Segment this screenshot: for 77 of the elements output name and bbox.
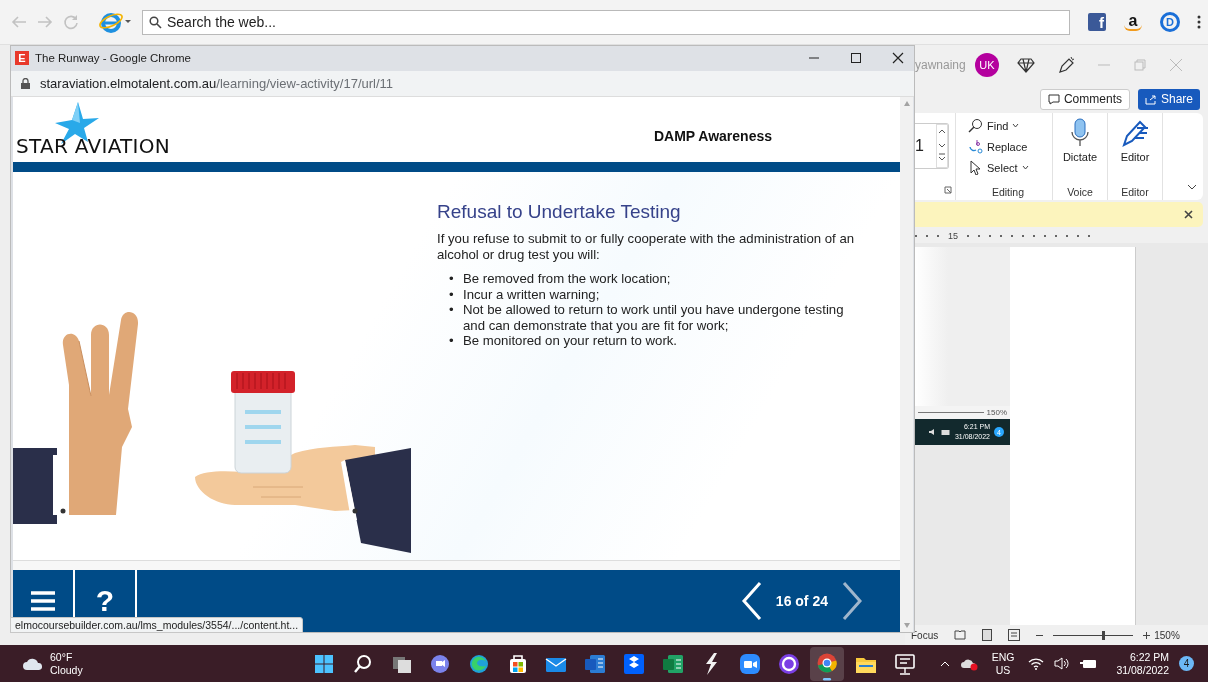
more-menu-icon[interactable]	[1196, 14, 1202, 30]
search-icon	[149, 15, 162, 29]
bullet-marker: •	[449, 271, 455, 287]
user-avatar[interactable]: UK	[975, 53, 999, 77]
cursor-arrow-icon	[968, 160, 983, 175]
bullet-marker: •	[449, 302, 455, 319]
search-field[interactable]: Search the web...	[142, 9, 1070, 35]
bullet-item: Be monitored on your return to work.	[463, 333, 678, 349]
extension-button[interactable]: f	[1088, 13, 1106, 31]
print-layout-icon[interactable]	[982, 629, 993, 641]
wifi-icon[interactable]	[1028, 657, 1045, 670]
caret-icon	[1021, 165, 1029, 170]
share-button[interactable]: Share	[1137, 88, 1200, 110]
diamond-icon[interactable]	[1017, 57, 1035, 73]
group-label: Voice	[1066, 186, 1094, 198]
spin-arrows-icon	[936, 124, 948, 168]
close-icon[interactable]	[892, 52, 904, 65]
page-counter: 16 of 24	[775, 593, 828, 609]
microphone-icon	[1069, 118, 1091, 148]
window-title: The Runway - Google Chrome	[35, 52, 191, 65]
keyboard-region[interactable]: US	[995, 663, 1011, 677]
group-label: Editor	[1120, 186, 1150, 198]
cloud-icon	[22, 656, 44, 671]
zoom-in-icon[interactable]	[1143, 631, 1151, 639]
url-text: staraviation.elmotalent.com.au/learning/view-activity/17/url/11	[40, 75, 394, 91]
caret-icon	[1012, 123, 1020, 128]
user-name: yawnaing	[915, 58, 967, 72]
replace-icon	[968, 139, 983, 154]
site-favicon: E	[15, 51, 29, 66]
chevron-up-icon[interactable]	[939, 660, 950, 667]
search-icon	[968, 118, 983, 133]
share-icon	[1144, 93, 1157, 105]
comment-icon	[1047, 93, 1060, 105]
web-layout-icon[interactable]	[1008, 629, 1021, 641]
editor-button[interactable]: Editor	[1120, 118, 1150, 163]
extension-button[interactable]: D	[1160, 12, 1180, 32]
clock-date[interactable]: 31/08/2022	[1116, 663, 1169, 677]
speaker-icon	[927, 428, 937, 436]
zoom-slider-thumb[interactable]	[1101, 630, 1105, 640]
notification-badge[interactable]: 4	[1179, 656, 1194, 671]
pen-icon[interactable]	[1057, 56, 1075, 74]
circle-browser-icon[interactable]	[810, 646, 845, 681]
weather-condition: Cloudy	[50, 663, 83, 677]
bullet-item: Incur a written warning;	[463, 286, 600, 302]
slide-heading: Refusal to Undertake Testing	[437, 201, 682, 223]
course-title: DAMP Awareness	[654, 127, 772, 144]
editor-pen-icon	[1120, 118, 1150, 148]
battery-plug-icon[interactable]	[1080, 657, 1099, 670]
bullet-marker: •	[449, 286, 455, 302]
collapse-ribbon-icon[interactable]	[1187, 184, 1197, 190]
dictate-button[interactable]: Dictate	[1062, 118, 1098, 163]
slide-intro: If you refuse to submit to or fully cooperate with the administration of an alcohol or drug test you will:	[437, 231, 856, 262]
battery-icon	[940, 428, 951, 436]
select-button[interactable]: Select	[968, 160, 1048, 175]
temperature: 60°F	[50, 650, 74, 664]
lock-icon	[21, 77, 30, 89]
bullet-item: Be removed from the work location;	[463, 271, 671, 287]
logo-text: STAR AVIATION	[16, 136, 171, 156]
close-icon[interactable]	[1184, 210, 1193, 219]
browser-e-logo-icon[interactable]	[98, 10, 132, 34]
read-mode-icon[interactable]	[954, 630, 967, 640]
status-url-tooltip: elmocoursebuilder.com.au/lms_modules/3554/.../content.ht...	[10, 617, 304, 633]
zoom-level: 150%	[1154, 629, 1180, 641]
replace-button[interactable]: Replace	[968, 139, 1048, 154]
comments-button[interactable]: Comments	[1039, 88, 1130, 110]
dialog-launcher-icon[interactable]	[944, 186, 952, 194]
clock-time[interactable]: 6:22 PM	[1129, 650, 1169, 664]
input-language[interactable]: ENG	[991, 650, 1015, 664]
bullet-marker: •	[449, 333, 455, 349]
bullet-item: Not be allowed to return to work until you have undergone testing and can demonstrate that you are fit for work;	[463, 302, 845, 333]
scrollbar[interactable]	[900, 97, 913, 632]
maximize-icon[interactable]	[850, 52, 862, 65]
group-label: Editing	[990, 186, 1026, 198]
find-button[interactable]: Find	[968, 118, 1048, 133]
extension-button[interactable]: a	[1124, 13, 1142, 31]
speaker-icon[interactable]	[1054, 657, 1071, 670]
menu-icon	[31, 591, 55, 611]
